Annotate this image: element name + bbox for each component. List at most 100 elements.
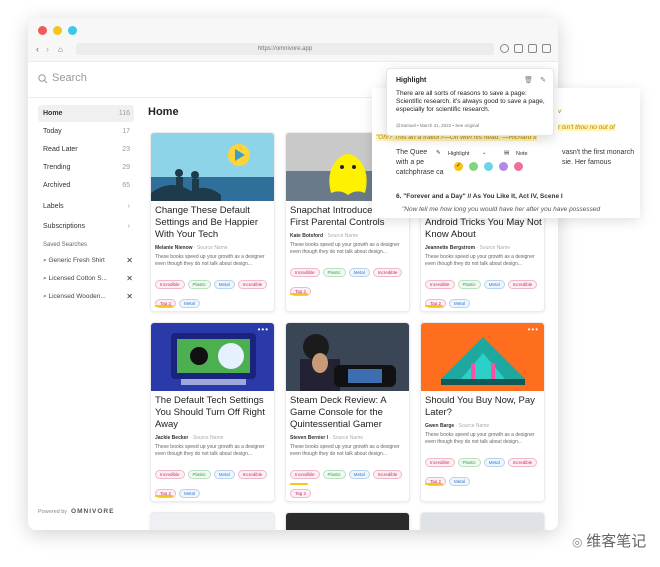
tag[interactable]: Incredible (507, 280, 538, 289)
sidebar-item-home[interactable]: Home 116 (38, 105, 134, 122)
reading-progress-bar (290, 293, 308, 295)
tag[interactable]: Metal (348, 268, 370, 277)
search-icon (38, 74, 48, 84)
trash-icon[interactable]: 🗑 (524, 76, 533, 84)
tag[interactable]: Incredible (237, 280, 268, 289)
url-bar[interactable]: https://omnivore.app (76, 43, 494, 55)
sidebar-item-labels[interactable]: Labels › (38, 198, 134, 215)
highlight-button[interactable]: Highlight (448, 151, 469, 157)
highlighted-text[interactable]: r isn't thou no out of (558, 124, 615, 131)
article-title[interactable]: The Default Tech Settings You Should Tur… (155, 395, 273, 431)
tag[interactable]: Plastic (187, 470, 211, 479)
highlighter-icon[interactable]: ✎ (436, 150, 441, 156)
close-window-dot[interactable] (38, 26, 47, 35)
tag[interactable]: Plastic (322, 470, 346, 479)
tag[interactable]: Metal (348, 470, 370, 479)
tag[interactable]: Metal (179, 299, 201, 308)
close-icon[interactable]: ✕ (126, 292, 133, 302)
tag[interactable]: Incredible (155, 280, 185, 289)
highlight-popup: Highlight 🗑 ✎ There are all sorts of rea… (386, 68, 554, 136)
saved-search-label: Licensed Wooden... (48, 293, 106, 300)
article-author: Jeannette Bergstrom · Source Name (425, 245, 510, 251)
tag[interactable]: Incredible (507, 458, 538, 467)
tag[interactable]: Incredible (425, 280, 455, 289)
more-options-icon[interactable]: ••• (528, 325, 539, 334)
saved-search-item[interactable]: ⌕ Licensed Cotton S... ✕ (43, 274, 133, 284)
tag[interactable]: Plastic (457, 458, 481, 467)
article-card[interactable]: Change These Default Settings and Be Hap… (150, 132, 275, 312)
forward-icon[interactable]: › (46, 45, 49, 54)
tag[interactable]: Metal (179, 489, 201, 498)
extension-icon[interactable] (500, 44, 509, 53)
back-icon[interactable]: ‹ (36, 45, 39, 54)
color-green[interactable] (469, 162, 478, 171)
article-title[interactable]: Should You Buy Now, Pay Later? (425, 395, 543, 419)
saved-search-label: Generic Fresh Shirt (48, 257, 105, 264)
tag[interactable]: Incredible (155, 470, 185, 479)
edit-icon[interactable]: ✎ (540, 76, 546, 84)
sidebar-item-trending[interactable]: Trending 29 (38, 159, 134, 176)
tag[interactable]: Incredible (290, 470, 320, 479)
article-description: These books speed up your growth as a de… (155, 444, 265, 457)
reader-text: The Quee (396, 149, 428, 156)
quote-text: "Now tell me how long you would have her… (402, 206, 601, 213)
tag[interactable]: Metal (213, 280, 235, 289)
article-card[interactable]: ••• Should You Buy Now, Pay Later? Gwen … (420, 322, 545, 502)
new-tab-icon[interactable] (528, 44, 537, 53)
color-pink[interactable] (514, 162, 523, 171)
tag[interactable]: Plastic (457, 280, 481, 289)
sidebar-item-label: Labels (43, 203, 64, 210)
tag[interactable]: Metal (213, 470, 235, 479)
article-title[interactable]: Change These Default Settings and Be Hap… (155, 205, 273, 241)
color-yellow-selected[interactable]: ✓ (454, 162, 463, 171)
tag[interactable]: Incredible (290, 268, 320, 277)
article-author: Melanie Nienow · Source Name (155, 245, 228, 251)
more-options-icon[interactable]: ••• (258, 325, 269, 334)
tag[interactable]: Incredible (372, 268, 403, 277)
note-button[interactable]: Note (516, 151, 528, 157)
tabs-icon[interactable] (542, 44, 551, 53)
article-card[interactable] (420, 512, 545, 530)
tag[interactable]: Plastic (187, 280, 211, 289)
tag[interactable]: Incredible (372, 470, 403, 479)
article-card[interactable] (285, 512, 410, 530)
watermark: ◎ 维客笔记 (572, 530, 646, 551)
tag[interactable]: Metal (449, 477, 471, 486)
sidebar-item-count: 116 (118, 110, 130, 117)
tag[interactable]: Metal (449, 299, 471, 308)
minimize-window-dot[interactable] (53, 26, 62, 35)
sidebar-item-count: 65 (122, 182, 130, 189)
tag[interactable]: Tag 2 (290, 489, 312, 498)
tag[interactable]: Incredible (425, 458, 455, 467)
search-placeholder: Search (52, 72, 87, 84)
home-icon[interactable]: ⌂ (58, 45, 63, 54)
note-icon[interactable]: ▤ (504, 150, 509, 156)
popup-meta: @Samuel • March 31, 2022 • See original (396, 123, 480, 128)
close-icon[interactable]: ✕ (126, 274, 133, 284)
tag[interactable]: Metal (483, 458, 505, 467)
tag[interactable]: Metal (483, 280, 505, 289)
sidebar-item-subscriptions[interactable]: Subscriptions › (38, 218, 134, 235)
chevron-right-icon: › (127, 223, 130, 230)
color-cyan[interactable] (484, 162, 493, 171)
sidebar-item-archived[interactable]: Archived 65 (38, 177, 134, 194)
reading-progress-bar (425, 305, 443, 307)
article-title[interactable]: Steam Deck Review: A Game Console for th… (290, 395, 408, 431)
close-icon[interactable]: ✕ (126, 256, 133, 266)
maximize-window-dot[interactable] (68, 26, 77, 35)
tag[interactable]: Incredible (237, 470, 268, 479)
wechat-icon: ◎ (572, 535, 587, 549)
tag[interactable]: Plastic (322, 268, 346, 277)
saved-search-item[interactable]: ⌕ Licensed Wooden... ✕ (43, 292, 133, 302)
article-card[interactable] (150, 512, 275, 530)
sidebar-item-read-later[interactable]: Read Later 23 (38, 141, 134, 158)
tag-list: Incredible Plastic Metal IncredibleTag 2 (290, 463, 408, 501)
saved-search-item[interactable]: ⌕ Generic Fresh Shirt ✕ (43, 256, 133, 266)
sidebar-item-count: 23 (122, 146, 130, 153)
article-card[interactable]: Steam Deck Review: A Game Console for th… (285, 322, 410, 502)
chevron-down-icon[interactable]: ⌄ (482, 150, 487, 156)
sidebar-item-today[interactable]: Today 17 (38, 123, 134, 140)
share-icon[interactable] (514, 44, 523, 53)
article-card[interactable]: ••• The Default Tech Settings You Should… (150, 322, 275, 502)
color-purple[interactable] (499, 162, 508, 171)
